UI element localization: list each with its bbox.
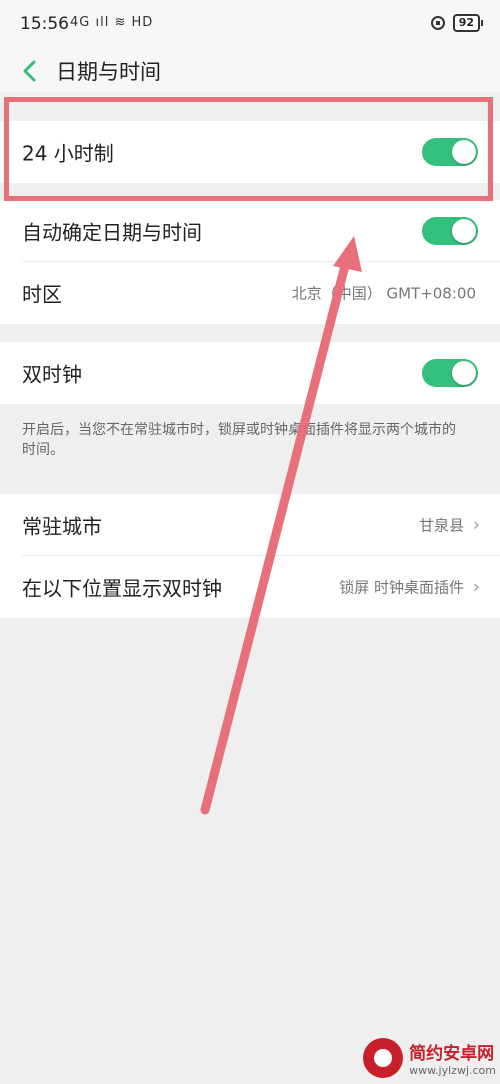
watermark-text: 简约安卓网 www.jylzwj.com xyxy=(409,1039,496,1077)
watermark-logo-icon xyxy=(363,1038,404,1078)
watermark: 简约安卓网 www.jylzwj.com xyxy=(363,1038,496,1078)
watermark-name: 简约安卓网 xyxy=(409,1044,495,1064)
watermark-url: www.jylzwj.com xyxy=(409,1064,496,1077)
annotation-arrow-icon xyxy=(200,236,362,815)
